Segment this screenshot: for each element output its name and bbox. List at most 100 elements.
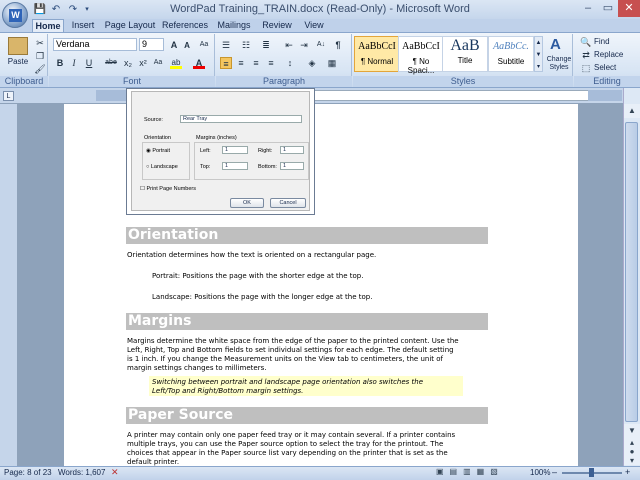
paste-icon[interactable] — [8, 37, 28, 55]
strikethrough-button[interactable]: abe — [103, 57, 119, 69]
style-preview: AaBbCcI — [402, 41, 440, 52]
font-color-icon[interactable]: A — [193, 57, 205, 69]
superscript-button[interactable]: x² — [137, 57, 149, 69]
replace-button[interactable]: Replace — [594, 50, 623, 59]
orientation-heading: Orientation — [144, 135, 171, 141]
tab-view[interactable]: View — [300, 19, 328, 33]
note-line: Left/Top and Right/Bottom margin setting… — [152, 387, 304, 395]
tab-selector[interactable]: L — [3, 91, 14, 101]
select-browse-object-button[interactable]: ● — [624, 447, 640, 456]
increase-indent-icon[interactable]: ⇥ — [298, 39, 310, 51]
bold-button[interactable]: B — [54, 57, 66, 69]
shading-icon[interactable]: ◈ — [306, 57, 318, 69]
tab-page-layout[interactable]: Page Layout — [104, 19, 156, 33]
office-button[interactable]: W — [2, 2, 28, 28]
clear-formatting-icon[interactable]: Aa — [198, 39, 210, 51]
style-title[interactable]: AaB Title — [442, 36, 488, 72]
portrait-label: Portrait — [152, 148, 171, 154]
highlight-icon[interactable]: ab — [170, 57, 182, 69]
paragraph-line: margin settings changes to millimeters. — [127, 364, 267, 372]
change-styles-icon[interactable]: A — [550, 36, 566, 53]
style-name: Title — [457, 56, 473, 65]
paste-button[interactable]: Paste — [4, 57, 32, 66]
font-label: Font — [49, 76, 215, 87]
heading-text: Paper Source — [128, 407, 233, 423]
style-normal[interactable]: AaBbCcI ¶ Normal — [354, 36, 400, 72]
find-icon[interactable]: 🔍 — [580, 36, 592, 48]
grow-font-icon[interactable]: A — [168, 39, 180, 51]
change-styles-button[interactable]: Change Styles — [544, 56, 574, 72]
styles-scroll[interactable]: ▲ ▼ ▾ — [534, 36, 543, 72]
bullets-icon[interactable]: ☰ — [220, 39, 232, 51]
font-size-box[interactable]: 9 — [139, 38, 164, 51]
select-button[interactable]: Select — [594, 63, 616, 72]
paragraph-line: is 1 inch. If you change the Measurement… — [127, 355, 443, 363]
right-field: 1 — [280, 146, 304, 154]
maximize-button[interactable]: ▭ — [598, 0, 618, 17]
left-label: Left: — [200, 148, 211, 154]
editing-label: Editing — [574, 76, 640, 87]
align-right-icon[interactable]: ≡ — [250, 57, 262, 69]
zoom-out-button[interactable]: – — [552, 467, 557, 477]
margins-heading: Margins (inches) — [196, 135, 237, 141]
decrease-indent-icon[interactable]: ⇤ — [283, 39, 295, 51]
tab-references[interactable]: References — [162, 19, 208, 33]
italic-button[interactable]: I — [68, 57, 80, 69]
vertical-ruler — [0, 104, 17, 466]
page-count[interactable]: Page: 8 of 23 — [4, 468, 52, 477]
zoom-in-button[interactable]: + — [625, 467, 630, 477]
change-case-button[interactable]: Aa — [152, 57, 164, 69]
style-name: Subtitle — [497, 57, 525, 66]
word-count[interactable]: Words: 1,607 — [58, 468, 105, 477]
zoom-level[interactable]: 100% — [530, 468, 550, 477]
tab-review[interactable]: Review — [260, 19, 294, 33]
style-subtitle[interactable]: AaBbCc. Subtitle — [488, 36, 534, 72]
align-center-icon[interactable]: ≡ — [235, 57, 247, 69]
scroll-thumb[interactable] — [625, 122, 638, 422]
multilevel-list-icon[interactable]: ≣ — [260, 39, 272, 51]
numbering-icon[interactable]: ☷ — [240, 39, 252, 51]
right-margin-shade — [588, 90, 622, 101]
tab-mailings[interactable]: Mailings — [214, 19, 254, 33]
cut-icon[interactable]: ✂ — [34, 37, 46, 49]
find-button[interactable]: Find — [594, 37, 610, 46]
page-setup-image: Source: Rear Tray Orientation Margins (i… — [126, 88, 315, 215]
close-button[interactable]: ✕ — [618, 0, 640, 17]
justify-icon[interactable]: ≡ — [265, 57, 277, 69]
borders-icon[interactable]: ▦ — [326, 57, 338, 69]
paragraph-label: Paragraph — [216, 76, 352, 87]
paragraph-line: A printer may contain only one paper fee… — [127, 431, 456, 439]
proofing-icon[interactable]: ✕ — [111, 467, 119, 478]
replace-icon[interactable]: ⇄ — [580, 49, 592, 61]
tab-home[interactable]: Home — [32, 19, 64, 33]
style-preview: AaBbCc. — [493, 41, 529, 52]
minimize-button[interactable]: – — [578, 0, 598, 17]
right-label: Right: — [258, 148, 273, 154]
next-page-button[interactable]: ▾ — [624, 456, 640, 465]
line-spacing-icon[interactable]: ↕ — [284, 57, 296, 69]
ok-button: OK — [230, 198, 264, 208]
shrink-font-icon[interactable]: A — [181, 40, 193, 52]
paragraph: Orientation determines how the text is o… — [127, 251, 377, 259]
tab-insert[interactable]: Insert — [68, 19, 98, 33]
style-no-spacing[interactable]: AaBbCcI ¶ No Spaci... — [398, 36, 444, 75]
show-formatting-icon[interactable]: ¶ — [332, 39, 344, 51]
zoom-slider-handle[interactable] — [589, 468, 594, 477]
font-name-box[interactable]: Verdana — [53, 38, 137, 51]
view-buttons[interactable]: ▣▤▥▦▧ — [436, 467, 526, 478]
scroll-down-button[interactable]: ▼ — [624, 424, 640, 438]
format-painter-icon[interactable]: 🖌 — [34, 63, 46, 75]
select-icon[interactable]: ⬚ — [580, 62, 592, 74]
copy-icon[interactable]: ❐ — [34, 50, 46, 62]
portrait-radio: ◉ Portrait — [146, 148, 171, 154]
previous-page-button[interactable]: ▴ — [624, 438, 640, 447]
underline-button[interactable]: U — [83, 57, 95, 69]
align-left-icon[interactable]: ≡ — [220, 57, 232, 69]
word-logo-icon: W — [9, 9, 22, 22]
sort-icon[interactable]: A↓ — [315, 39, 327, 51]
paragraph-line: Margins determine the white space from t… — [127, 337, 459, 345]
clipboard-label: Clipboard — [0, 76, 48, 87]
scroll-up-button[interactable]: ▲ — [624, 104, 640, 118]
paragraph-line: choices that appear in the Paper source … — [127, 449, 448, 457]
subscript-button[interactable]: x₂ — [122, 57, 134, 69]
